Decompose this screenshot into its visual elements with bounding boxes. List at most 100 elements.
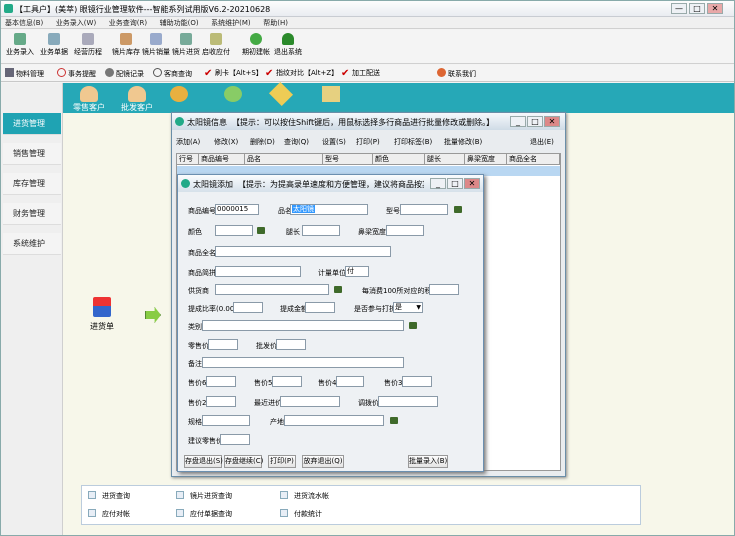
info-close-button[interactable]: ✕ [544,116,560,127]
menu-business-query[interactable]: 业务查询(R) [109,17,147,29]
suggested-retail-field[interactable] [220,434,250,445]
transfer-price-field[interactable] [378,396,438,407]
code-field[interactable]: 0000015 [215,204,259,215]
price3-field[interactable] [402,376,432,387]
price4-field[interactable] [336,376,364,387]
fingerprint-button[interactable]: ✔ 指纹对比【Alt+Z】 [265,68,338,79]
leg-length-field[interactable] [302,225,340,236]
nav-sales[interactable]: 销售管理 [3,143,61,165]
category-lookup-icon[interactable] [409,322,417,329]
model-lookup-icon[interactable] [454,206,462,213]
nav-system[interactable]: 系统维护 [3,233,61,255]
batch-entry-button[interactable]: 批量录入(B) [408,455,448,468]
lens-purchase-query-link[interactable]: 镜片进货查询 [176,491,232,501]
menu-auxiliary[interactable]: 辅助功能(O) [160,17,199,29]
print-button[interactable]: 打印(P) [356,137,380,147]
retail-price-field[interactable] [208,339,238,350]
delete-button[interactable]: 删除(D) [250,137,275,147]
add-close-button[interactable]: ✕ [464,178,480,189]
nav-inventory[interactable]: 库存管理 [3,173,61,195]
minimize-button[interactable]: — [671,3,687,14]
col-full-name[interactable]: 商品全名 [507,154,560,165]
menu-basic-info[interactable]: 基本信息(B) [5,17,43,29]
menu-system[interactable]: 系统维护(M) [211,17,251,29]
col-leg-length[interactable]: 腿长 [425,154,465,165]
category-field[interactable] [202,320,404,331]
retail-customer-button[interactable]: 零售客户 [67,86,111,113]
nav-purchase[interactable]: 进货管理 [3,113,61,135]
color-lookup-icon[interactable] [257,227,265,234]
wholesale-customer-button[interactable]: 批发客户 [115,86,159,113]
contact-us-button[interactable]: 联系我们 [437,68,476,80]
history-button[interactable]: 经营历程 [71,33,105,63]
add-minimize-button[interactable]: _ [430,178,446,189]
commission-amount-field[interactable] [305,302,335,313]
payment-stats-link[interactable]: 付款统计 [280,509,322,519]
maximize-button[interactable]: □ [689,3,705,14]
supplier-field[interactable] [215,284,329,295]
note-field[interactable] [202,357,404,368]
points-field[interactable] [429,284,459,295]
col-code[interactable]: 商品编号 [199,154,245,165]
swipe-card-button[interactable]: ✔ 刷卡【Alt+S】 [204,68,263,79]
commission-ratio-field[interactable] [233,302,263,313]
unit-field[interactable]: 付 [345,266,369,277]
info-maximize-button[interactable]: □ [527,116,543,127]
origin-field[interactable] [284,415,384,426]
wholesale-price-field[interactable] [276,339,306,350]
opening-account-button[interactable]: 期初建帐 [239,33,273,63]
recent-cost-field[interactable] [280,396,340,407]
glasses-record-button[interactable]: 配镜记录 [105,68,144,80]
purchase-order-shortcut[interactable]: 进货单 [87,297,117,332]
col-name[interactable]: 品名 [245,154,323,165]
fullname-field[interactable] [215,246,391,257]
origin-lookup-icon[interactable] [390,417,398,424]
payable-docs-link[interactable]: 应付单据查询 [176,509,232,519]
info-minimize-button[interactable]: _ [510,116,526,127]
price6-field[interactable] [206,376,236,387]
menu-help[interactable]: 帮助(H) [263,17,288,29]
business-docs-button[interactable]: 业务单据 [37,33,71,63]
payable-reconcile-link[interactable]: 应付对帐 [88,509,130,519]
settings-button[interactable]: 设置(S) [322,137,346,147]
price5-field[interactable] [272,376,302,387]
col-color[interactable]: 颜色 [373,154,425,165]
purchase-query-link[interactable]: 进货查询 [88,491,130,501]
reminder-button[interactable]: 事务提醒 [57,68,96,80]
col-model[interactable]: 型号 [323,154,373,165]
spec-field[interactable] [202,415,250,426]
add-maximize-button[interactable]: □ [447,178,463,189]
material-button[interactable]: 物料管理 [5,68,44,80]
merchant-query-button[interactable]: 客商查询 [153,68,192,80]
lens-stock-button[interactable]: 镜片库存 [109,33,143,63]
nav-finance[interactable]: 财务管理 [3,203,61,225]
name-field[interactable]: 太阳镜 [290,204,368,215]
price2-field[interactable] [206,396,236,407]
model-field[interactable] [400,204,448,215]
bridge-width-field[interactable] [386,225,424,236]
print-label-button[interactable]: 打印标签(B) [394,137,432,147]
discount-select[interactable]: 是 ▼ [393,302,423,313]
lens-sales-button[interactable]: 镜片销量 [139,33,173,63]
exit-button[interactable]: 退出(E) [530,137,554,147]
query-button[interactable]: 查询(Q) [284,137,309,147]
col-row-no[interactable]: 行号 [177,154,199,165]
business-entry-button[interactable]: 业务录入 [3,33,37,63]
print-dialog-button[interactable]: 打印(P) [268,455,296,468]
purchase-ledger-link[interactable]: 进货流水帐 [280,491,329,501]
menu-business-entry[interactable]: 业务录入(W) [56,17,96,29]
save-continue-button[interactable]: 存盘继续(C) [224,455,263,468]
discard-exit-button[interactable]: 放弃退出(Q) [302,455,344,468]
exit-system-button[interactable]: 退出系统 [271,33,305,63]
color-field[interactable] [215,225,253,236]
col-bridge-width[interactable]: 鼻梁宽度 [465,154,507,165]
lens-purchase-button[interactable]: 镜片进货 [169,33,203,63]
receivable-button[interactable]: 启收应付 [199,33,233,63]
close-button[interactable]: ✕ [707,3,723,14]
processing-button[interactable]: ✔ 加工配送 [341,68,380,79]
supplier-lookup-icon[interactable] [334,286,342,293]
add-button[interactable]: 添加(A) [176,137,200,147]
short-name-field[interactable] [215,266,301,277]
batch-edit-button[interactable]: 批量修改(B) [444,137,482,147]
save-exit-button[interactable]: 存盘退出(S) [184,455,223,468]
